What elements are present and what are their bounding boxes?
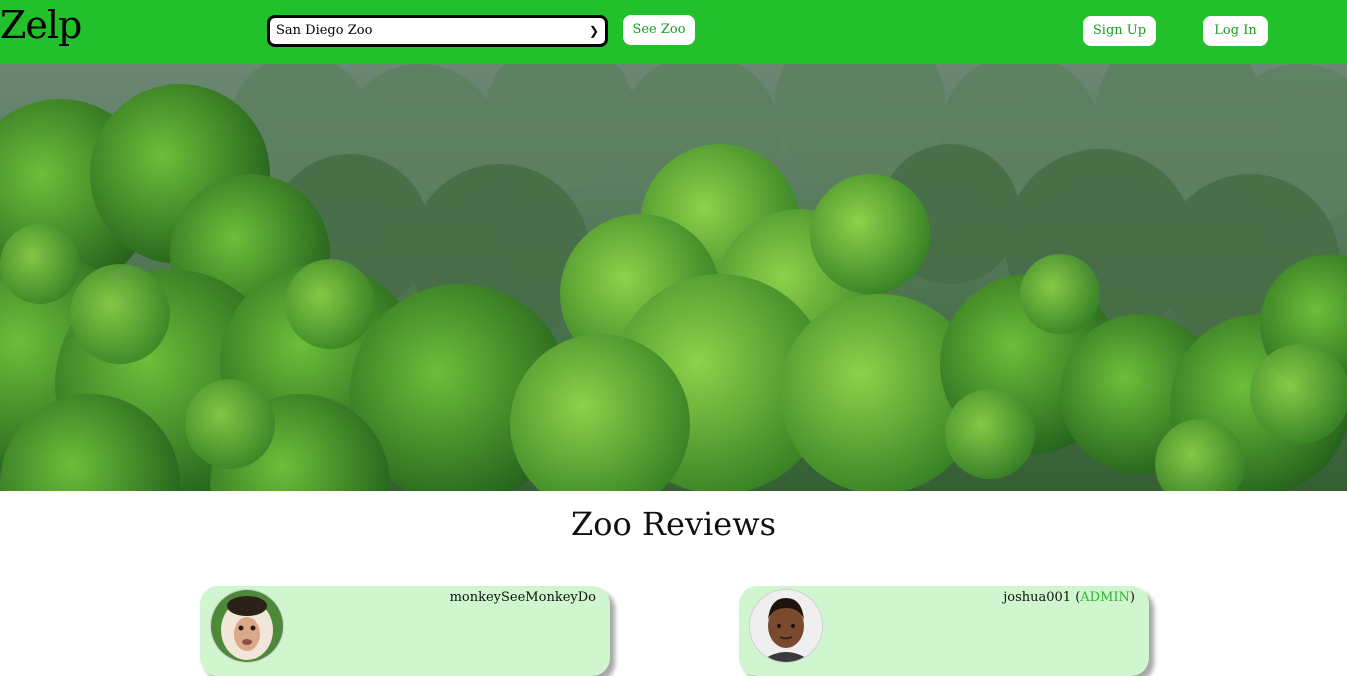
review-username-text: joshua001 xyxy=(1003,590,1072,605)
review-username: joshua001 (ADMIN) xyxy=(1003,590,1135,605)
top-navbar: Zelp San Diego Zoo ❯ See Zoo Sign Up Log… xyxy=(0,0,1347,64)
sign-up-button[interactable]: Sign Up xyxy=(1083,16,1156,46)
site-logo[interactable]: Zelp xyxy=(0,0,82,50)
zoo-select-dropdown[interactable]: San Diego Zoo ❯ xyxy=(267,15,608,47)
chevron-down-icon: ❯ xyxy=(588,24,599,38)
log-in-button[interactable]: Log In xyxy=(1203,16,1268,46)
review-card: joshua001 (ADMIN) xyxy=(739,586,1149,676)
admin-role-badge: ADMIN xyxy=(1080,590,1130,605)
role-open-paren: ( xyxy=(1071,590,1081,605)
review-username-text: monkeySeeMonkeyDo xyxy=(449,590,596,605)
review-username: monkeySeeMonkeyDo xyxy=(450,590,596,605)
see-zoo-button[interactable]: See Zoo xyxy=(623,15,695,45)
role-close-paren: ) xyxy=(1129,590,1135,605)
hero-jungle-image xyxy=(0,64,1347,491)
review-card: monkeySeeMonkeyDo xyxy=(200,586,610,676)
zoo-select-value: San Diego Zoo xyxy=(276,23,373,38)
zoo-reviews-heading: Zoo Reviews xyxy=(570,505,777,543)
